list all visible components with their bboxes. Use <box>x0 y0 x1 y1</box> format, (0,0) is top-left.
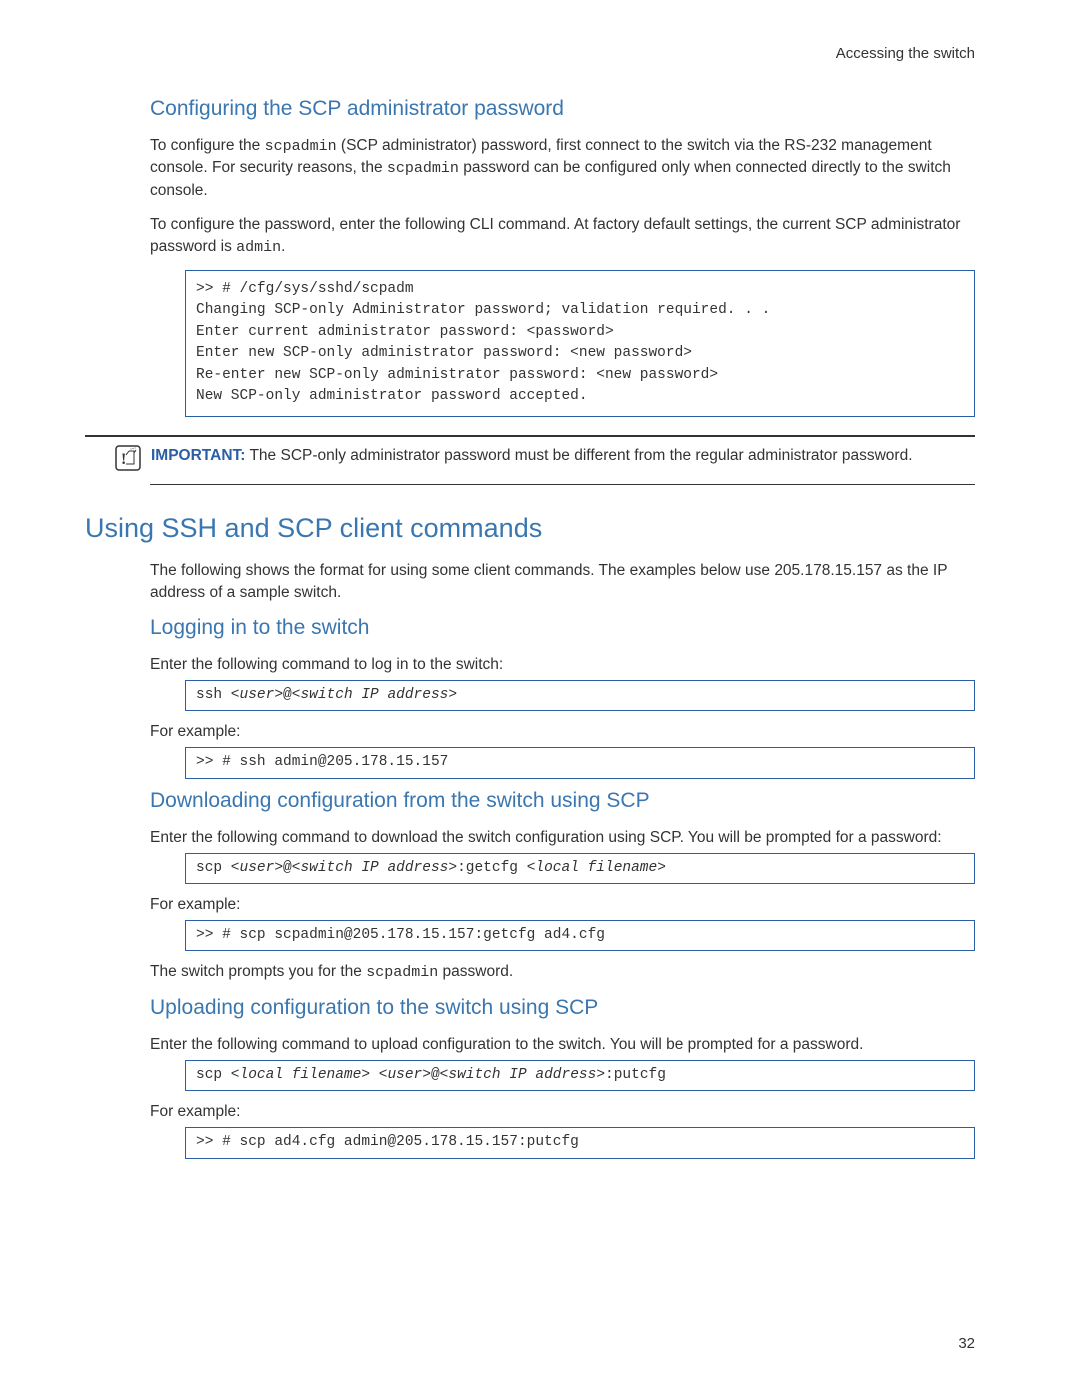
code: scp < <box>196 1067 240 1083</box>
code: >@< <box>274 687 300 703</box>
paragraph: To configure the scpadmin (SCP administr… <box>150 135 975 202</box>
section-logging-in: Logging in to the switch Enter the follo… <box>150 616 975 779</box>
code-block-scp-get-example: >> # scp scpadmin@205.178.15.157:getcfg … <box>185 920 975 951</box>
document-page: Accessing the switch Configuring the SCP… <box>0 0 1080 1397</box>
code-italic: user <box>240 687 275 703</box>
chapter-header: Accessing the switch <box>85 45 975 62</box>
code-italic: user <box>240 860 275 876</box>
code: >:putcfg <box>596 1067 666 1083</box>
text: The SCP-only administrator password must… <box>245 447 912 464</box>
code: >:getcfg < <box>448 860 535 876</box>
code-block-ssh-format: ssh <user>@<switch IP address> <box>185 680 975 711</box>
important-text: IMPORTANT: The SCP-only administrator pa… <box>151 445 913 467</box>
text: . <box>281 238 285 255</box>
code-italic: user <box>387 1067 422 1083</box>
inline-code: admin <box>236 239 281 256</box>
heading-uploading: Uploading configuration to the switch us… <box>150 996 975 1020</box>
code-block-scp-get-format: scp <user>@<switch IP address>:getcfg <l… <box>185 853 975 884</box>
heading-using-ssh: Using SSH and SCP client commands <box>85 513 975 544</box>
paragraph: The switch prompts you for the scpadmin … <box>150 961 975 983</box>
code-italic: local filename <box>240 1067 362 1083</box>
code: > < <box>361 1067 387 1083</box>
text: To configure the <box>150 137 265 154</box>
section-uploading: Uploading configuration to the switch us… <box>150 996 975 1159</box>
paragraph: For example: <box>150 1101 975 1123</box>
text: password. <box>438 963 513 980</box>
heading-downloading: Downloading configuration from the switc… <box>150 789 975 813</box>
paragraph: Enter the following command to log in to… <box>150 654 975 676</box>
paragraph: For example: <box>150 721 975 743</box>
important-note: ! IMPORTANT: The SCP-only administrator … <box>115 445 975 476</box>
divider <box>85 435 975 437</box>
paragraph: Enter the following command to download … <box>150 827 975 849</box>
important-icon: ! <box>115 445 141 476</box>
section-downloading: Downloading configuration from the switc… <box>150 789 975 984</box>
divider <box>150 484 975 485</box>
paragraph: The following shows the format for using… <box>150 560 975 604</box>
code-block-ssh-example: >> # ssh admin@205.178.15.157 <box>185 747 975 778</box>
important-label: IMPORTANT: <box>151 447 245 464</box>
code-italic: switch IP address <box>300 687 448 703</box>
section-config-scp: Configuring the SCP administrator passwo… <box>150 97 975 417</box>
inline-code: scpadmin <box>265 138 337 155</box>
code: >@< <box>274 860 300 876</box>
page-number: 32 <box>958 1335 975 1352</box>
code: ssh < <box>196 687 240 703</box>
code-italic: switch IP address <box>300 860 448 876</box>
code: > <box>657 860 666 876</box>
section-using-ssh: The following shows the format for using… <box>150 560 975 604</box>
inline-code: scpadmin <box>366 964 438 981</box>
inline-code: scpadmin <box>387 160 459 177</box>
code-block-scp-put-format: scp <local filename> <user>@<switch IP a… <box>185 1060 975 1091</box>
code: >@< <box>422 1067 448 1083</box>
paragraph: Enter the following command to upload co… <box>150 1034 975 1056</box>
svg-text:!: ! <box>121 451 126 468</box>
code-block-scpadm: >> # /cfg/sys/sshd/scpadm Changing SCP-o… <box>185 270 975 417</box>
code-block-scp-put-example: >> # scp ad4.cfg admin@205.178.15.157:pu… <box>185 1127 975 1158</box>
code: scp < <box>196 860 240 876</box>
heading-logging-in: Logging in to the switch <box>150 616 975 640</box>
code-italic: switch IP address <box>448 1067 596 1083</box>
paragraph: For example: <box>150 894 975 916</box>
text: The switch prompts you for the <box>150 963 366 980</box>
code: > <box>448 687 457 703</box>
paragraph: To configure the password, enter the fol… <box>150 214 975 258</box>
heading-config-scp: Configuring the SCP administrator passwo… <box>150 97 975 121</box>
code-italic: local filename <box>535 860 657 876</box>
